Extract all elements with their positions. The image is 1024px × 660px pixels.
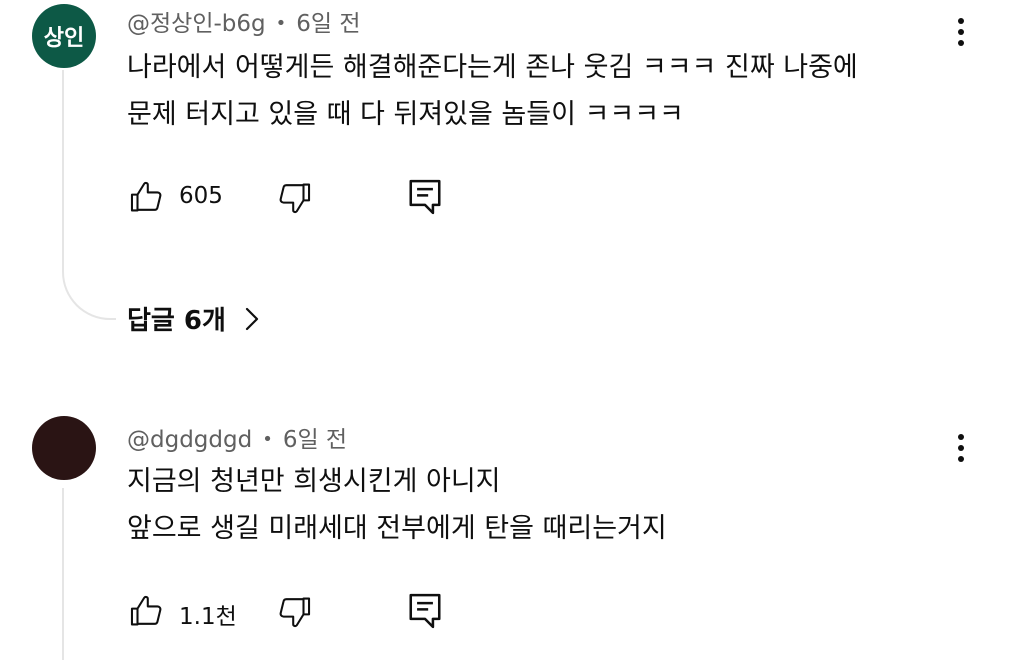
thumbs-up-icon — [130, 181, 162, 212]
comment-header: @dgdgdgd • 6일 전 — [127, 420, 347, 454]
author-name[interactable]: @정상인-b6g — [127, 11, 266, 37]
more-options-button[interactable] — [946, 428, 976, 468]
comment-text: 나라에서 어떻게든 해결해준다는게 존나 웃김 ㅋㅋㅋ 진짜 나중에 문제 터지… — [127, 44, 858, 138]
chevron-right-icon — [245, 307, 259, 330]
thumbs-down-icon — [279, 183, 311, 214]
reply-button[interactable] — [407, 592, 443, 630]
like-count: 1.1천 — [179, 604, 237, 630]
like-button[interactable] — [128, 592, 166, 630]
avatar[interactable]: 상인 — [32, 4, 96, 68]
comment-icon — [409, 179, 441, 215]
thumbs-up-icon — [130, 595, 162, 626]
thumbs-down-icon — [279, 597, 311, 628]
like-button[interactable] — [128, 178, 166, 216]
more-vertical-icon — [958, 434, 964, 440]
more-options-button[interactable] — [946, 12, 976, 52]
comment-line: 지금의 청년만 희생시킨게 아니지 — [127, 466, 501, 497]
separator-dot: • — [262, 429, 273, 450]
like-count: 605 — [179, 183, 223, 209]
comment-text: 지금의 청년만 희생시킨게 아니지 앞으로 생길 미래세대 전부에게 탄을 때리… — [127, 458, 667, 552]
comment-line: 앞으로 생길 미래세대 전부에게 탄을 때리는거지 — [127, 513, 667, 544]
timestamp[interactable]: 6일 전 — [296, 11, 360, 37]
avatar-text: 상인 — [43, 26, 85, 51]
comment-line: 문제 터지고 있을 때 다 뒤져있을 놈들이 ㅋㅋㅋㅋ — [127, 99, 684, 130]
author-name[interactable]: @dgdgdgd — [127, 427, 252, 453]
avatar[interactable] — [32, 416, 96, 480]
timestamp[interactable]: 6일 전 — [283, 427, 347, 453]
comment-header: @정상인-b6g • 6일 전 — [127, 4, 361, 38]
comment-icon — [409, 593, 441, 629]
more-vertical-icon — [958, 18, 964, 24]
separator-dot: • — [275, 13, 287, 34]
reply-thread-line — [62, 70, 116, 320]
replies-label: 답글 6개 — [127, 306, 226, 336]
dislike-button[interactable] — [275, 179, 313, 217]
reply-button[interactable] — [407, 178, 443, 216]
dislike-button[interactable] — [275, 593, 313, 631]
reply-thread-line — [62, 488, 64, 660]
view-replies-button[interactable]: 답글 6개 — [127, 300, 260, 337]
comment-line: 나라에서 어떻게든 해결해준다는게 존나 웃김 ㅋㅋㅋ 진짜 나중에 — [127, 52, 858, 83]
